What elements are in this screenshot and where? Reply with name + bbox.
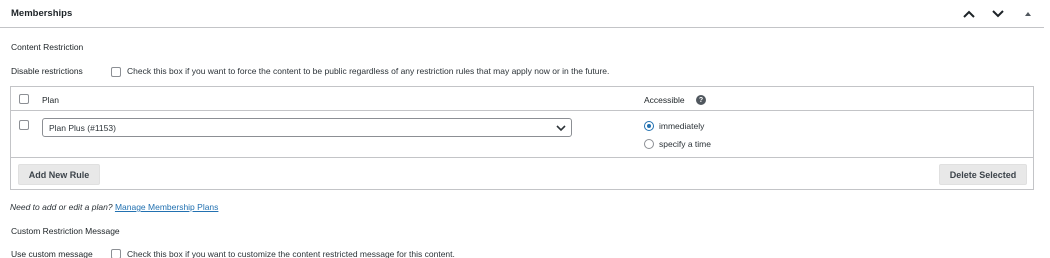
content-restriction-heading: Content Restriction	[11, 42, 84, 52]
metabox-title: Memberships	[11, 8, 73, 19]
chevron-up-icon	[963, 10, 975, 18]
disable-restrictions-label: Disable restrictions	[11, 66, 83, 76]
disable-restrictions-checkbox[interactable]	[111, 67, 121, 77]
access-immediately-label: immediately	[659, 121, 705, 131]
add-new-rule-button[interactable]: Add New Rule	[18, 164, 100, 185]
use-custom-message-description: Check this box if you want to customize …	[127, 249, 455, 258]
rules-table-header: Plan Accessible ?	[11, 87, 1033, 111]
metabox-header: Memberships	[0, 0, 1044, 28]
manage-plans-help: Need to add or edit a plan? Manage Membe…	[10, 202, 218, 212]
custom-message-heading: Custom Restriction Message	[11, 226, 120, 236]
rules-table: Plan Accessible ? Plan Plus (#1153) imme…	[10, 86, 1034, 190]
move-up-button[interactable]	[960, 5, 978, 23]
question-circle-icon[interactable]: ?	[696, 95, 706, 105]
use-custom-message-checkbox[interactable]	[111, 249, 121, 258]
plan-select-value: Plan Plus (#1153)	[49, 123, 116, 133]
select-all-checkbox[interactable]	[19, 94, 29, 104]
manage-plans-prompt: Need to add or edit a plan?	[10, 202, 113, 212]
use-custom-message-label: Use custom message	[11, 249, 93, 258]
move-down-button[interactable]	[989, 5, 1007, 23]
row-checkbox[interactable]	[19, 120, 29, 130]
access-specify-time-label: specify a time	[659, 139, 711, 149]
chevron-down-icon	[992, 10, 1004, 18]
accessible-column-header: Accessible	[644, 95, 685, 105]
toggle-panel-button[interactable]	[1019, 5, 1037, 23]
disable-restrictions-description: Check this box if you want to force the …	[127, 66, 610, 76]
rules-table-footer: Add New Rule Delete Selected	[11, 158, 1033, 189]
manage-membership-plans-link[interactable]: Manage Membership Plans	[115, 202, 218, 212]
triangle-up-icon	[1024, 11, 1032, 17]
access-specify-time-radio[interactable]	[644, 139, 654, 149]
plan-column-header: Plan	[42, 95, 60, 105]
chevron-down-icon	[556, 124, 566, 134]
delete-selected-button[interactable]: Delete Selected	[939, 164, 1027, 185]
table-row: Plan Plus (#1153) immediately specify a …	[11, 111, 1033, 158]
access-immediately-radio[interactable]	[644, 121, 654, 131]
plan-select[interactable]: Plan Plus (#1153)	[42, 118, 572, 137]
